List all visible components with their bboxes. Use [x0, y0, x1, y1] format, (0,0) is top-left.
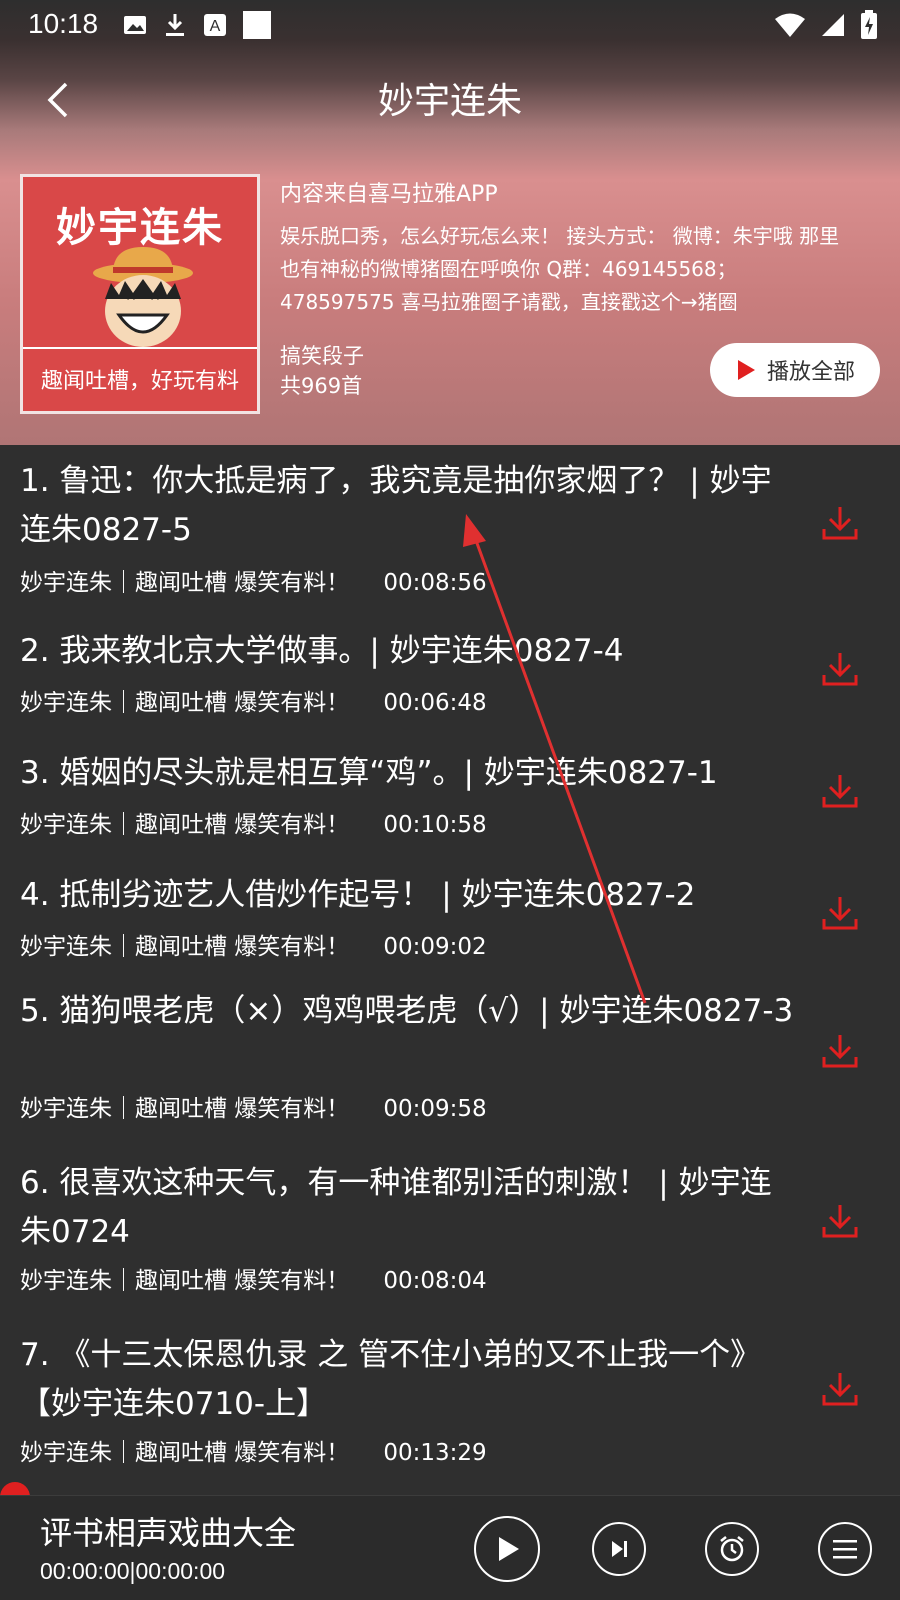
album-cover: 妙宇连朱 趣闻吐槽，好玩有料 — [20, 174, 260, 414]
track-artist: 妙宇连朱｜趣闻吐槽 爆笑有料！ — [20, 570, 350, 596]
album-track-count: 共969首 — [280, 374, 363, 398]
track-title: 6. 很喜欢这种天气，有一种谁都别活的刺激！ | 妙宇连朱0724 — [20, 1165, 772, 1250]
track-meta: 妙宇连朱｜趣闻吐槽 爆笑有料！ 00:06:48 — [20, 683, 487, 717]
player-time: 00:00:00|00:00:00 — [40, 1558, 226, 1584]
download-icon[interactable] — [820, 503, 860, 543]
track-meta: 妙宇连朱｜趣闻吐槽 爆笑有料！ 00:09:02 — [20, 927, 487, 961]
track-title: 3. 婚姻的尽头就是相互算“鸡”。| 妙宇连朱0827-1 — [20, 755, 718, 791]
track-artist: 妙宇连朱｜趣闻吐槽 爆笑有料！ — [20, 1440, 350, 1466]
mini-player: 评书相声戏曲大全 00:00:00|00:00:00 — [0, 1495, 900, 1600]
cartoon-face-icon — [93, 247, 193, 347]
track-artist: 妙宇连朱｜趣闻吐槽 爆笑有料！ — [20, 690, 350, 716]
wifi-icon — [774, 12, 806, 42]
track-artist: 妙宇连朱｜趣闻吐槽 爆笑有料！ — [20, 812, 350, 838]
track-meta: 妙宇连朱｜趣闻吐槽 爆笑有料！ 00:08:04 — [20, 1261, 487, 1295]
track-duration: 00:06:48 — [383, 690, 487, 716]
list-item[interactable]: 3. 婚姻的尽头就是相互算“鸡”。| 妙宇连朱0827-1 妙宇连朱｜趣闻吐槽 … — [0, 737, 900, 859]
blank-icon — [242, 10, 272, 44]
album-source: 内容来自喜马拉雅APP — [280, 182, 498, 207]
album-description: 娱乐脱口秀，怎么好玩怎么来！ 接头方式： 微博：朱宇哦 那里也有神秘的微博猪圈在… — [280, 224, 840, 314]
menu-icon — [833, 1540, 857, 1559]
track-list: 1. 鲁迅：你大抵是病了，我究竟是抽你家烟了？ | 妙宇连朱0827-5 妙宇连… — [0, 445, 900, 1495]
skip-next-icon — [612, 1541, 627, 1557]
alarm-clock-icon — [720, 1536, 744, 1562]
download-icon[interactable] — [820, 893, 860, 933]
download-icon[interactable] — [820, 1369, 860, 1409]
download-icon — [162, 11, 188, 43]
album-info: 妙宇连朱 趣闻吐槽，好玩有料 内容来自喜马拉雅APP 娱乐脱口秀，怎么好玩怎么来… — [0, 150, 900, 445]
track-meta: 妙宇连朱｜趣闻吐槽 爆笑有料！ 00:09:58 — [20, 1089, 487, 1123]
track-artist: 妙宇连朱｜趣闻吐槽 爆笑有料！ — [20, 934, 350, 960]
track-duration: 00:08:04 — [383, 1268, 487, 1294]
track-meta: 妙宇连朱｜趣闻吐槽 爆笑有料！ 00:08:56 — [20, 563, 487, 597]
status-bar: 10:18 A — [0, 0, 900, 48]
text-icon: A — [202, 12, 228, 42]
player-title: 评书相声戏曲大全 — [40, 1514, 297, 1552]
battery-icon — [860, 10, 878, 44]
list-item[interactable]: 4. 抵制劣迹艺人借炒作起号！ | 妙宇连朱0827-2 妙宇连朱｜趣闻吐槽 爆… — [0, 859, 900, 981]
track-meta: 妙宇连朱｜趣闻吐槽 爆笑有料！ 00:10:58 — [20, 805, 487, 839]
list-item[interactable]: 6. 很喜欢这种天气，有一种谁都别活的刺激！ | 妙宇连朱0724 妙宇连朱｜趣… — [0, 1147, 900, 1319]
cover-divider — [23, 347, 257, 349]
playlist-button[interactable] — [818, 1522, 872, 1576]
timer-button[interactable] — [705, 1522, 759, 1576]
track-duration: 00:08:56 — [383, 570, 487, 596]
track-artist: 妙宇连朱｜趣闻吐槽 爆笑有料！ — [20, 1096, 350, 1122]
play-all-button[interactable]: 播放全部 — [710, 343, 880, 397]
track-title: 1. 鲁迅：你大抵是病了，我究竟是抽你家烟了？ | 妙宇连朱0827-5 — [20, 463, 772, 548]
track-duration: 00:13:29 — [383, 1440, 487, 1466]
signal-icon — [820, 12, 846, 42]
track-meta: 妙宇连朱｜趣闻吐槽 爆笑有料！ 00:13:29 — [20, 1433, 487, 1467]
status-time: 10:18 — [28, 8, 99, 39]
list-item[interactable]: 1. 鲁迅：你大抵是病了，我究竟是抽你家烟了？ | 妙宇连朱0827-5 妙宇连… — [0, 445, 900, 615]
track-title: 4. 抵制劣迹艺人借炒作起号！ | 妙宇连朱0827-2 — [20, 877, 696, 913]
download-icon[interactable] — [820, 1031, 860, 1071]
page-title: 妙宇连朱 — [377, 81, 522, 122]
track-duration: 00:10:58 — [383, 812, 487, 838]
track-duration: 00:09:58 — [383, 1096, 487, 1122]
svg-text:A: A — [210, 18, 221, 35]
track-title: 7. 《十三太保恩仇录 之 管不住小弟的又不止我一个》【妙宇连朱0710-上】 — [20, 1337, 762, 1422]
list-item[interactable]: 5. 猫狗喂老虎（×）鸡鸡喂老虎（√）| 妙宇连朱0827-3 妙宇连朱｜趣闻吐… — [0, 981, 900, 1147]
track-title: 2. 我来教北京大学做事。| 妙宇连朱0827-4 — [20, 633, 624, 669]
track-title: 5. 猫狗喂老虎（×）鸡鸡喂老虎（√）| 妙宇连朱0827-3 — [20, 993, 794, 1029]
download-icon[interactable] — [820, 1201, 860, 1241]
album-category: 搞笑段子 — [280, 344, 364, 368]
next-button[interactable] — [592, 1522, 646, 1576]
title-bar: 妙宇连朱 — [0, 60, 900, 140]
play-icon — [737, 360, 755, 380]
cover-subtitle: 趣闻吐槽，好玩有料 — [40, 369, 239, 394]
track-duration: 00:09:02 — [383, 934, 487, 960]
play-button[interactable] — [474, 1516, 540, 1582]
download-icon[interactable] — [820, 649, 860, 689]
play-icon — [499, 1537, 519, 1561]
list-item[interactable]: 7. 《十三太保恩仇录 之 管不住小弟的又不止我一个》【妙宇连朱0710-上】 … — [0, 1319, 900, 1495]
download-icon[interactable] — [820, 771, 860, 811]
track-artist: 妙宇连朱｜趣闻吐槽 爆笑有料！ — [20, 1268, 350, 1294]
image-icon — [122, 13, 148, 41]
play-all-label: 播放全部 — [766, 360, 855, 385]
list-item[interactable]: 2. 我来教北京大学做事。| 妙宇连朱0827-4 妙宇连朱｜趣闻吐槽 爆笑有料… — [0, 615, 900, 737]
